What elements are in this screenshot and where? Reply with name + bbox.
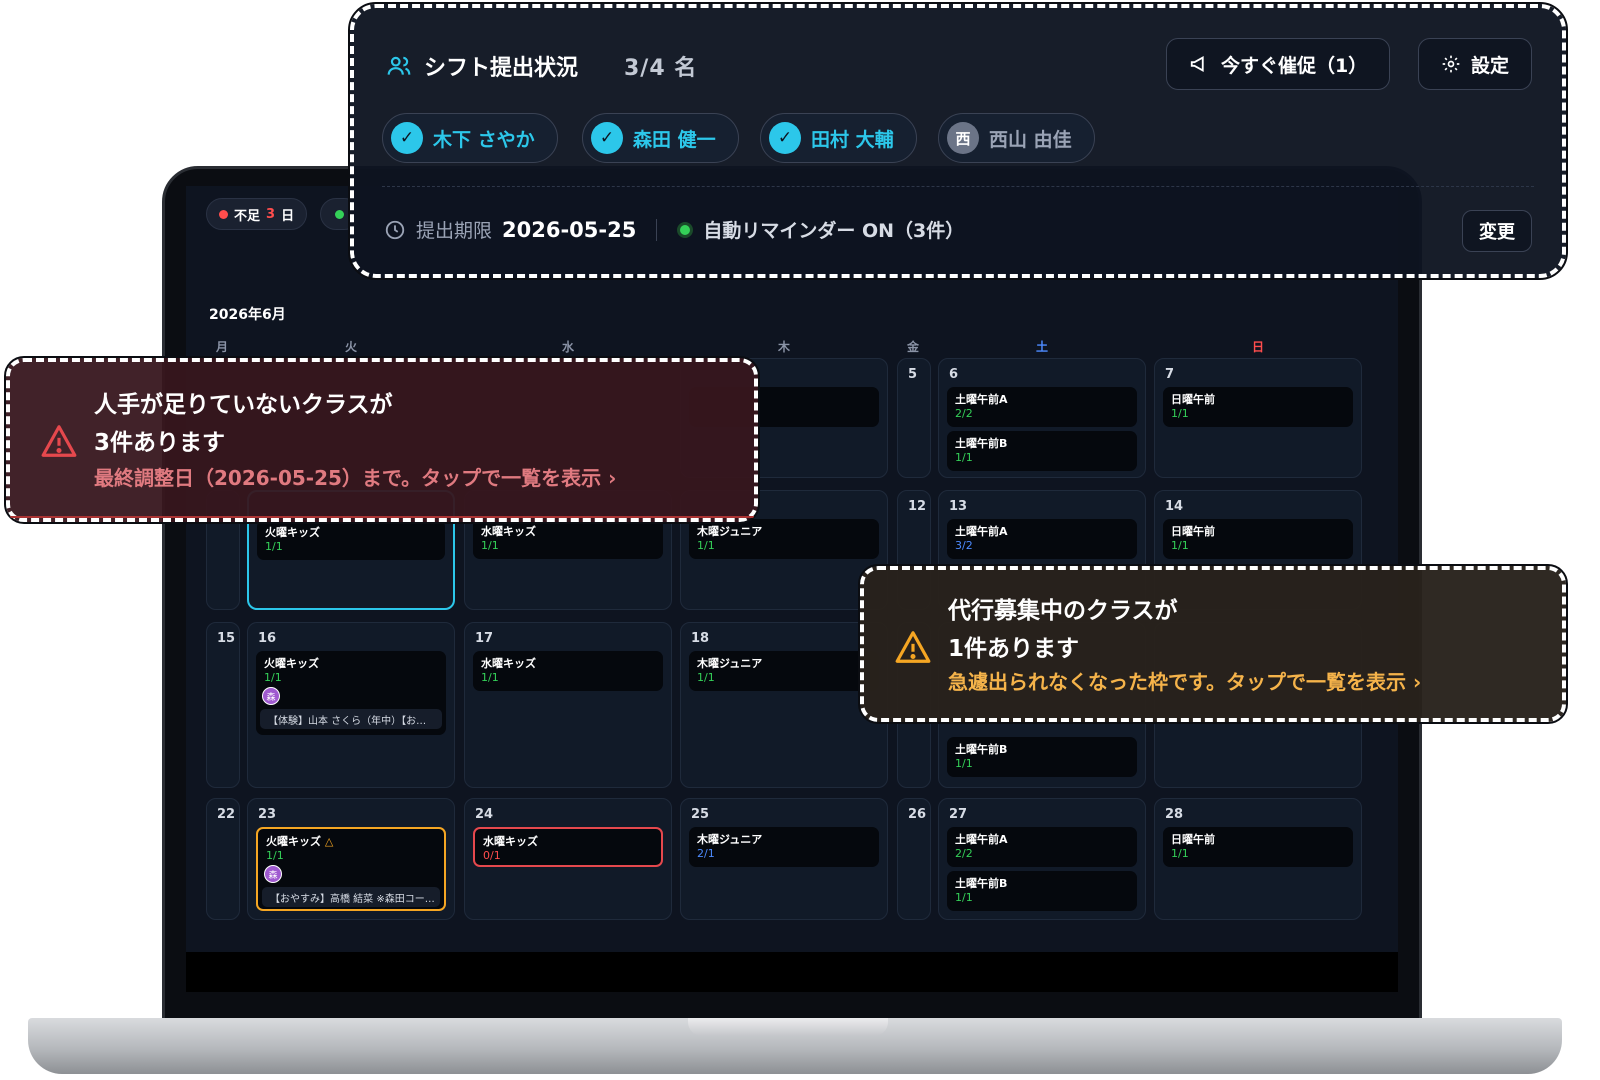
note-row[interactable]: 【おやすみ】高橋 結菜 ※森田コー… — [262, 887, 440, 907]
alert-title-line2: 1件あります — [948, 636, 1080, 662]
class-card[interactable]: 木曜ジュニア 2/1 — [689, 827, 879, 867]
alert-title-line1: 人手が足りていないクラスが — [94, 392, 393, 418]
day-cell[interactable]: 7 日曜午前 1/1 — [1154, 358, 1362, 478]
divider — [382, 186, 1534, 187]
day-cell[interactable]: 5 — [897, 358, 931, 478]
class-card[interactable]: 水曜キッズ 1/1 — [473, 651, 663, 691]
staff-pill-morita[interactable]: ✓ 森田 健一 — [582, 113, 739, 163]
day-cell[interactable]: 6 土曜午前A 2/2 土曜午前B 1/1 — [938, 358, 1146, 478]
check-icon: ✓ — [591, 122, 623, 154]
class-card-shortage[interactable]: 水曜キッズ 0/1 — [473, 827, 663, 867]
warning-icon: △ — [324, 835, 334, 848]
separator — [656, 218, 658, 241]
class-card[interactable]: 火曜キッズ 1/1 森 【体験】山本 さくら（年中）【お… — [256, 651, 446, 735]
day-cell[interactable]: 26 — [897, 798, 931, 920]
class-card[interactable]: 日曜午前 1/1 — [1163, 519, 1353, 559]
day-cell[interactable]: 27 土曜午前A 2/2 土曜午前B 1/1 — [938, 798, 1146, 920]
day-cell[interactable]: 18 木曜ジュニア 1/1 — [680, 622, 888, 788]
day-cell[interactable]: 17 水曜キッズ 1/1 — [464, 622, 672, 788]
class-card[interactable]: 日曜午前 1/1 — [1163, 387, 1353, 427]
staff-pill-nishiyama[interactable]: 西 西山 由佳 — [938, 113, 1095, 163]
avatar: 森 — [264, 865, 282, 883]
green-dot-icon — [335, 209, 344, 219]
day-cell[interactable]: 15 — [206, 622, 240, 788]
weekday-tue: 火 — [345, 340, 358, 354]
reminder-status: 自動リマインダー ON（3件） — [703, 220, 965, 242]
red-dot-icon — [219, 209, 228, 219]
screen-bezel-bottom — [186, 952, 1398, 992]
class-card[interactable]: 土曜午前A 3/2 — [947, 519, 1137, 559]
alert-title-line1: 代行募集中のクラスが — [948, 598, 1178, 624]
class-card[interactable]: 木曜ジュニア 1/1 — [689, 519, 879, 559]
shortage-alert[interactable]: 人手が足りていないクラスが 3件あります 最終調整日（2026-05-25）まで… — [4, 356, 760, 524]
class-card[interactable]: 土曜午前B 1/1 — [947, 737, 1137, 777]
day-cell[interactable]: 28 日曜午前 1/1 — [1154, 798, 1362, 920]
class-card[interactable]: 土曜午前A 2/2 — [947, 387, 1137, 427]
weekday-sat: 土 — [1036, 340, 1049, 354]
staff-pill-tamura[interactable]: ✓ 田村 大輔 — [760, 113, 917, 163]
submission-count: 3/4 名 — [624, 56, 698, 81]
class-card[interactable]: 土曜午前B 1/1 — [947, 431, 1137, 471]
change-button[interactable]: 変更 — [1462, 210, 1532, 252]
avatar: 森 — [262, 687, 280, 705]
remind-now-button[interactable]: 今すぐ催促（1） — [1166, 38, 1391, 90]
deadline-label: 提出期限 — [416, 220, 493, 242]
day-cell[interactable]: 22 — [206, 798, 240, 920]
class-card[interactable]: 木曜ジュニア 1/1 — [689, 651, 879, 691]
class-card[interactable]: 日曜午前 1/1 — [1163, 827, 1353, 867]
deadline-value: 2026-05-25 — [502, 217, 637, 242]
weekday-fri: 金 — [907, 340, 920, 354]
megaphone-icon — [1190, 56, 1204, 72]
day-cell[interactable]: 24 水曜キッズ 0/1 — [464, 798, 672, 920]
day-cell[interactable]: 23 火曜キッズ △ 1/1 森 【おやすみ】高橋 結菜 ※森田コー… — [247, 798, 455, 920]
weekday-wed: 水 — [562, 340, 575, 354]
class-card[interactable]: 土曜午前B 1/1 — [947, 871, 1137, 911]
status-dot-icon — [677, 221, 694, 238]
month-label: 2026年6月 — [209, 307, 286, 323]
staff-pill-kinoshita[interactable]: ✓ 木下 さやか — [382, 113, 558, 163]
weekday-sun: 日 — [1252, 340, 1265, 354]
alert-subtitle: 急遽出られなくなった枠です。タップで一覧を表示 › — [948, 670, 1422, 694]
check-icon: ✓ — [769, 122, 801, 154]
laptop-notch — [688, 1018, 888, 1036]
submission-status-panel: シフト提出状況 3/4 名 今すぐ催促（1） 設定 ✓ 木下 さやか ✓ 森田 … — [348, 2, 1568, 280]
gear-icon — [1442, 55, 1460, 73]
day-cell[interactable]: 16 火曜キッズ 1/1 森 【体験】山本 さくら（年中）【お… — [247, 622, 455, 788]
shortage-chip[interactable]: 不足 3 日 — [206, 198, 308, 230]
substitute-alert[interactable]: 代行募集中のクラスが 1件あります 急遽出られなくなった枠です。タップで一覧を表… — [858, 564, 1568, 724]
warning-icon — [895, 631, 931, 663]
class-card[interactable]: 土曜午前A 2/2 — [947, 827, 1137, 867]
alert-accent-line — [10, 516, 754, 518]
weekday-thu: 木 — [778, 340, 791, 354]
class-card[interactable]: 火曜キッズ 1/1 — [257, 520, 445, 560]
panel-title: シフト提出状況 — [424, 56, 579, 81]
users-icon — [387, 56, 411, 75]
class-card[interactable]: 水曜キッズ 1/1 — [473, 519, 663, 559]
note-row[interactable]: 【体験】山本 さくら（年中）【お… — [260, 709, 442, 729]
day-cell[interactable]: 25 木曜ジュニア 2/1 — [680, 798, 888, 920]
alert-title-line2: 3件あります — [94, 430, 226, 456]
warning-icon — [41, 425, 77, 457]
clock-icon — [385, 220, 405, 239]
weekday-mon: 月 — [216, 340, 229, 354]
avatar: 西 — [947, 122, 979, 154]
class-card-substitute[interactable]: 火曜キッズ △ 1/1 森 【おやすみ】高橋 結菜 ※森田コー… — [256, 827, 446, 911]
check-icon: ✓ — [391, 122, 423, 154]
alert-subtitle: 最終調整日（2026-05-25）まで。タップで一覧を表示 › — [94, 466, 617, 490]
settings-button[interactable]: 設定 — [1418, 38, 1533, 90]
